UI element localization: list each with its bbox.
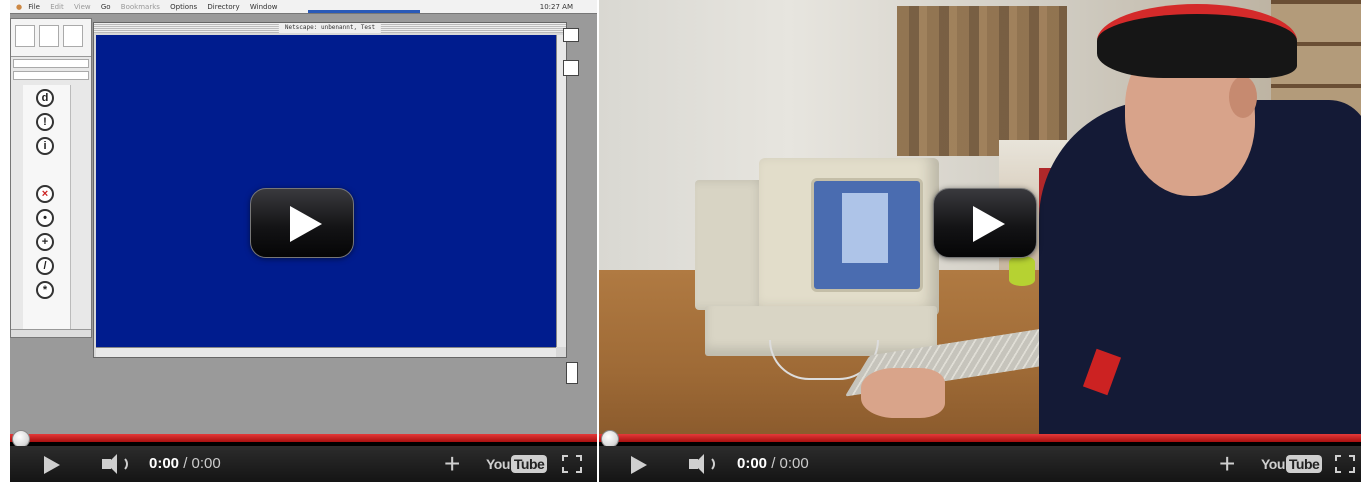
youtube-logo[interactable]: You Tube	[1261, 455, 1323, 473]
baseball-cap	[1097, 4, 1297, 78]
netscape-window-title: Netscape: unbenannt, Test	[278, 23, 382, 33]
tape-roll	[1009, 256, 1035, 286]
directory-buttons	[13, 71, 89, 80]
fullscreen-icon[interactable]	[562, 455, 582, 473]
menu-directory: Directory	[207, 3, 240, 11]
plus-icon[interactable]: +	[1219, 446, 1235, 482]
time-display: 0:00 / 0:00	[149, 446, 221, 482]
control-bar: 0:00 / 0:00 + You Tube	[599, 446, 1361, 482]
folder-icon	[563, 60, 579, 76]
plus-icon[interactable]: +	[444, 446, 460, 482]
stop-icon: ×	[36, 185, 54, 203]
play-icon[interactable]	[44, 446, 64, 482]
mac-menubar: ● File Edit View Go Bookmarks Options Di…	[10, 0, 597, 14]
apple-icon: ●	[16, 3, 23, 11]
video-frame[interactable]	[599, 0, 1361, 438]
home-icon	[63, 25, 83, 47]
info-icon: i	[36, 137, 54, 155]
hard-disk-icon	[563, 28, 579, 42]
curtain	[897, 6, 1067, 156]
menubar-clock: 10:27 AM	[539, 3, 573, 11]
menu-window: Window	[249, 3, 278, 11]
logo-you: You	[486, 456, 510, 472]
current-time: 0:00	[149, 455, 180, 472]
computer-case	[695, 180, 765, 310]
tool-icon-2: +	[36, 233, 54, 251]
trash-icon	[566, 362, 578, 384]
tool-icon-1: •	[36, 209, 54, 227]
menu-options: Options	[170, 3, 198, 11]
location-field	[13, 59, 89, 68]
menu-view: View	[73, 3, 91, 11]
menu-file: File	[28, 3, 40, 11]
loading-bar	[308, 10, 420, 13]
exclamation-icon: !	[36, 113, 54, 131]
vertical-scrollbar	[556, 35, 566, 347]
sidebar-statusbar	[11, 329, 91, 337]
progress-bar[interactable]	[10, 434, 597, 442]
logo-you: You	[1261, 456, 1285, 472]
browser-sidebar-window: d ! i × • + / *	[10, 18, 92, 338]
duration: 0:00	[191, 455, 221, 472]
horizontal-scrollbar	[96, 347, 556, 357]
monitor-screen	[811, 178, 923, 292]
fullscreen-icon[interactable]	[1335, 455, 1355, 473]
time-separator: /	[767, 455, 780, 472]
back-icon	[15, 25, 35, 47]
video-player-right[interactable]: 0:00 / 0:00 + You Tube	[599, 0, 1361, 482]
d-icon: d	[36, 89, 54, 107]
video-frame[interactable]: ● File Edit View Go Bookmarks Options Di…	[10, 0, 597, 438]
progress-bar[interactable]	[599, 434, 1361, 442]
video-player-left[interactable]: ● File Edit View Go Bookmarks Options Di…	[10, 0, 597, 482]
logo-tube: Tube	[510, 455, 548, 473]
forward-icon	[39, 25, 59, 47]
menu-go: Go	[100, 3, 111, 11]
sidebar-list: d ! i × • + / *	[23, 85, 71, 335]
person-hand	[861, 368, 945, 418]
sidebar-toolbar	[11, 19, 91, 57]
control-bar: 0:00 / 0:00 + You Tube	[10, 446, 597, 482]
star-icon: *	[36, 281, 54, 299]
crt-monitor	[759, 158, 939, 316]
pen-icon: /	[36, 257, 54, 275]
time-display: 0:00 / 0:00	[737, 446, 809, 482]
duration: 0:00	[779, 455, 809, 472]
play-icon[interactable]	[631, 446, 651, 482]
menu-edit: Edit	[50, 3, 64, 11]
time-separator: /	[179, 455, 192, 472]
volume-icon[interactable]	[102, 446, 134, 482]
volume-icon[interactable]	[689, 446, 721, 482]
on-screen-document	[842, 193, 888, 263]
menu-bookmarks: Bookmarks	[120, 3, 160, 11]
youtube-logo[interactable]: You Tube	[486, 455, 548, 473]
person-ear	[1229, 76, 1257, 118]
netscape-titlebar: Netscape: unbenannt, Test	[94, 23, 566, 33]
large-play-button[interactable]	[250, 188, 354, 258]
logo-tube: Tube	[1285, 455, 1323, 473]
large-play-button[interactable]	[933, 188, 1037, 258]
current-time: 0:00	[737, 455, 768, 472]
